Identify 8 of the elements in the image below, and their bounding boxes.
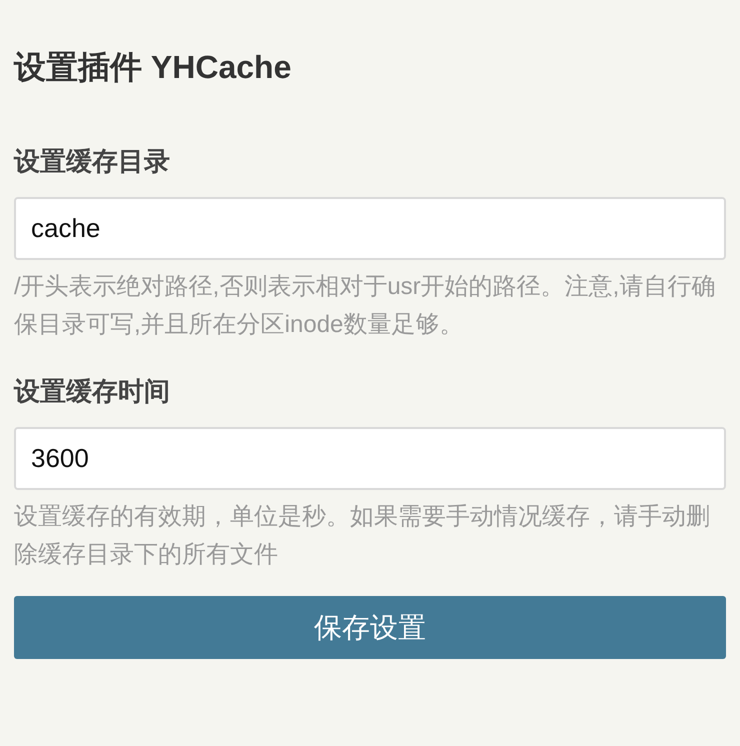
- field-hint: /开头表示绝对路径,否则表示相对于usr开始的路径。注意,请自行确保目录可写,并且所在分区inode数量足够。: [14, 272, 716, 340]
- page-title: 设置插件 YHCache: [14, 48, 292, 87]
- input-field[interactable]: 3600: [14, 427, 726, 490]
- field-hint: 设置缓存的有效期，单位是秒。如果需要手动情况缓存，请手动删除缓存目录下的所有文件: [14, 502, 711, 570]
- input-field[interactable]: cache: [14, 197, 726, 260]
- field-label: 设置缓存时间: [14, 375, 171, 408]
- save-button[interactable]: 保存设置: [14, 596, 726, 659]
- field-label: 设置缓存目录: [14, 145, 171, 178]
